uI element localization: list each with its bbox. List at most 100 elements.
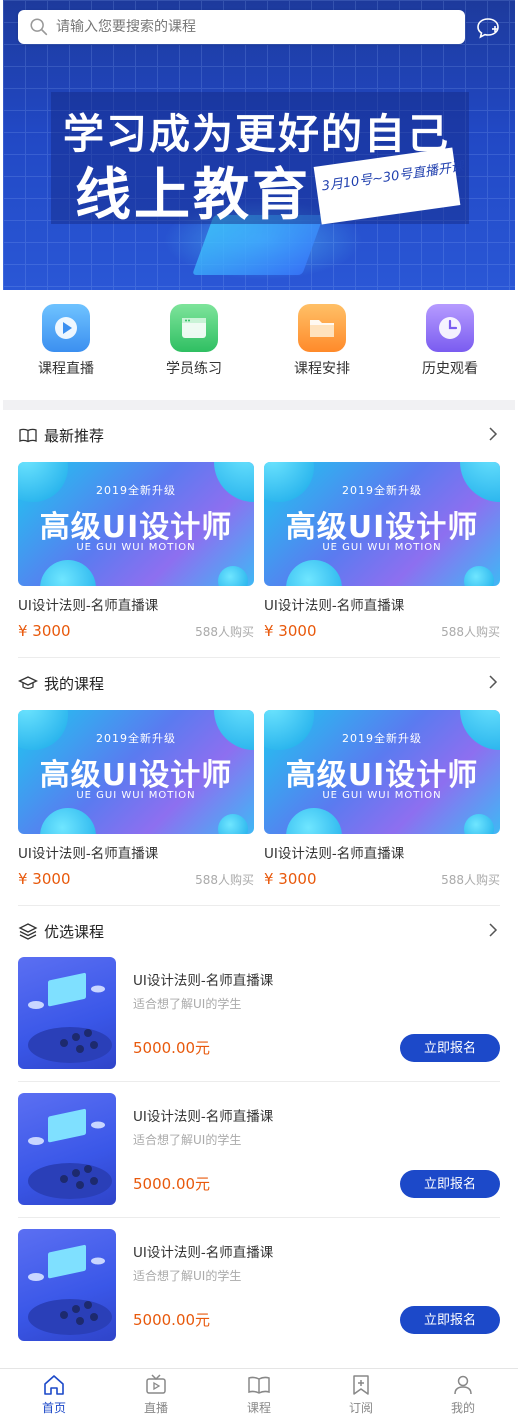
quick-entry-schedule[interactable]: 课程安排 [272,304,372,378]
course-card[interactable]: 2019全新升级 高级UI设计师 UE GUI WUI MOTION UI设计法… [264,710,500,888]
home-icon [44,1375,64,1395]
tab-live[interactable]: 直播 [126,1373,186,1416]
tab-subscribe[interactable]: 订阅 [331,1373,391,1416]
course-buyers: 588人购买 [441,872,500,887]
search-bar[interactable] [18,10,465,44]
section-divider [3,400,515,410]
message-add-icon[interactable] [475,15,501,41]
section-title: 最新推荐 [44,426,105,445]
course-card[interactable]: 2019全新升级 高级UI设计师 UE GUI WUI MOTION UI设计法… [264,462,500,640]
course-price: ¥ 3000 [264,622,317,640]
enroll-button[interactable]: 立即报名 [400,1306,500,1334]
course-name: UI设计法则-名师直播课 [264,846,405,862]
quick-entry-label: 学员练习 [166,361,222,377]
featured-course-title: UI设计法则-名师直播课 [133,1245,274,1261]
folder-icon [298,304,346,352]
featured-course-item[interactable]: UI设计法则-名师直播课 适合想了解UI的学生 5000.00元 立即报名 [18,1229,500,1345]
course-card-image: 2019全新升级 高级UI设计师 UE GUI WUI MOTION [264,710,500,834]
featured-course-thumbnail [18,1229,116,1341]
section-title: 优选课程 [44,922,105,941]
section-title: 我的课程 [44,674,105,693]
course-card-image: 2019全新升级 高级UI设计师 UE GUI WUI MOTION [18,710,254,834]
featured-course-price: 5000.00元 [133,1175,211,1193]
card-banner-title: 高级UI设计师 [285,510,479,545]
chevron-right-icon[interactable] [486,922,500,938]
tab-mine[interactable]: 我的 [433,1373,493,1416]
search-input[interactable] [56,19,436,35]
course-buyers: 588人购买 [195,872,254,887]
live-play-icon [42,304,90,352]
featured-course-thumbnail [18,1093,116,1205]
course-buyers: 588人购买 [195,624,254,639]
section-header-latest[interactable]: 最新推荐 [18,422,500,448]
card-banner-english: UE GUI WUI MOTION [76,790,196,801]
featured-course-desc: 适合想了解UI的学生 [133,997,242,1011]
tab-label: 首页 [41,1401,66,1415]
enroll-button[interactable]: 立即报名 [400,1034,500,1062]
clock-icon [426,304,474,352]
tab-label: 我的 [450,1401,475,1415]
section-header-featured[interactable]: 优选课程 [18,918,500,944]
featured-course-title: UI设计法则-名师直播课 [133,973,274,989]
card-banner-subtitle: 2019全新升级 [96,484,176,497]
quick-entry-label: 课程直播 [38,361,94,377]
featured-course-price: 5000.00元 [133,1039,211,1057]
quick-entry-label: 课程安排 [294,361,350,377]
graduation-cap-icon [18,676,38,690]
quick-entry-live[interactable]: 课程直播 [16,304,116,378]
course-buyers: 588人购买 [441,624,500,639]
list-separator [18,1217,500,1218]
card-banner-subtitle: 2019全新升级 [96,732,176,745]
banner-title: 线上教育 [75,163,311,228]
course-price: ¥ 3000 [18,870,71,888]
layers-icon [18,923,38,940]
list-separator [18,1081,500,1082]
tv-icon [146,1374,166,1394]
section-separator [18,905,500,906]
tab-label: 直播 [143,1401,168,1415]
course-card-image: 2019全新升级 高级UI设计师 UE GUI WUI MOTION [18,462,254,586]
course-price: ¥ 3000 [264,870,317,888]
search-icon [30,18,48,36]
featured-course-title: UI设计法则-名师直播课 [133,1109,274,1125]
quick-entry-label: 历史观看 [422,361,478,377]
card-banner-english: UE GUI WUI MOTION [76,542,196,553]
practice-window-icon [170,304,218,352]
course-card[interactable]: 2019全新升级 高级UI设计师 UE GUI WUI MOTION UI设计法… [18,462,254,640]
card-banner-title: 高级UI设计师 [39,758,233,793]
course-name: UI设计法则-名师直播课 [264,598,405,614]
open-book-icon [19,428,37,443]
tab-label: 订阅 [348,1401,373,1415]
tab-label: 课程 [246,1401,271,1415]
section-separator [18,657,500,658]
card-banner-english: UE GUI WUI MOTION [322,790,442,801]
chevron-right-icon[interactable] [486,674,500,690]
card-banner-title: 高级UI设计师 [285,758,479,793]
card-banner-subtitle: 2019全新升级 [342,732,422,745]
course-name: UI设计法则-名师直播课 [18,598,159,614]
card-banner-title: 高级UI设计师 [39,510,233,545]
chevron-right-icon[interactable] [486,426,500,442]
card-banner-english: UE GUI WUI MOTION [322,542,442,553]
enroll-button[interactable]: 立即报名 [400,1170,500,1198]
user-icon [454,1375,472,1395]
quick-entry-row: 课程直播 学员练习 课程安排 历史观看 [3,300,515,392]
book-icon [248,1376,270,1394]
course-card-image: 2019全新升级 高级UI设计师 UE GUI WUI MOTION [264,462,500,586]
quick-entry-practice[interactable]: 学员练习 [144,304,244,378]
featured-course-desc: 适合想了解UI的学生 [133,1133,242,1147]
section-header-mine[interactable]: 我的课程 [18,670,500,696]
tab-home[interactable]: 首页 [24,1373,84,1416]
featured-course-price: 5000.00元 [133,1311,211,1329]
featured-course-item[interactable]: UI设计法则-名师直播课 适合想了解UI的学生 5000.00元 立即报名 [18,1093,500,1209]
tab-courses[interactable]: 课程 [229,1373,289,1416]
featured-course-thumbnail [18,957,116,1069]
quick-entry-history[interactable]: 历史观看 [400,304,500,378]
card-banner-subtitle: 2019全新升级 [342,484,422,497]
featured-course-item[interactable]: UI设计法则-名师直播课 适合想了解UI的学生 5000.00元 立即报名 [18,957,500,1073]
featured-course-desc: 适合想了解UI的学生 [133,1269,242,1283]
course-price: ¥ 3000 [18,622,71,640]
course-card[interactable]: 2019全新升级 高级UI设计师 UE GUI WUI MOTION UI设计法… [18,710,254,888]
bookmark-plus-icon [353,1375,369,1395]
bottom-tab-bar: 首页 直播 课程 订阅 我的 [0,1368,518,1416]
